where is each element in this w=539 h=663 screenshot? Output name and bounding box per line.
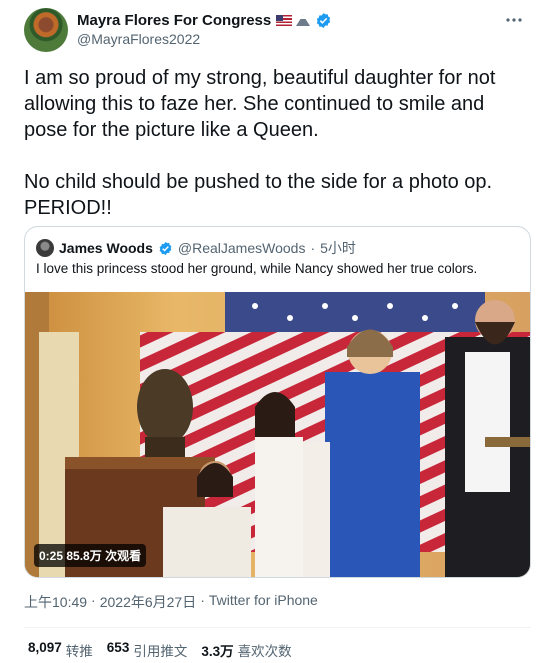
meta-separator: · [91,592,96,608]
quoted-separator: · [310,240,316,256]
author-avatar[interactable] [24,8,68,52]
retweets-stat[interactable]: 8,097 转推 [28,640,93,660]
video-views: 85.8万 次观看 [66,549,142,563]
retweets-count: 8,097 [28,640,62,655]
quoted-tweet[interactable]: James Woods @RealJamesWoods · 5小时 I love… [24,226,531,578]
us-flag-icon [276,14,293,26]
quotes-count: 653 [106,640,130,655]
tweet-header: Mayra Flores For Congress @MayraFlores20… [24,8,529,52]
video-stats-badge: 0:25 85.8万 次观看 [34,544,147,567]
video-frame [25,292,530,577]
tweet-meta: 上午10:49 · 2022年6月27日 · Twitter for iPhon… [24,592,318,612]
tweet-time[interactable]: 上午10:49 [24,592,87,612]
quotes-label: 引用推文 [133,644,188,659]
tweet-text: I am so proud of my strong, beautiful da… [24,67,496,219]
more-options-icon[interactable] [499,10,529,30]
quoted-time: 5小时 [320,240,356,256]
quoted-author-avatar [36,239,54,257]
quoted-tweet-text: I love this princess stood her ground, w… [36,261,478,276]
video-duration: 0:25 [39,549,64,563]
tweet-date[interactable]: 2022年6月27日 [100,592,197,612]
mountain-icon [296,14,311,26]
likes-label: 喜欢次数 [237,644,292,659]
quoted-author-handle: @RealJamesWoods [177,240,306,256]
author-display-name[interactable]: Mayra Flores For Congress [77,12,271,29]
author-handle[interactable]: @MayraFlores2022 [77,31,332,47]
video-player[interactable]: 0:25 85.8万 次观看 [25,292,530,577]
verified-badge-icon [159,241,172,255]
quotes-stat[interactable]: 653 引用推文 [107,640,188,660]
retweets-label: 转推 [65,644,93,659]
tweet-stats: 8,097 转推 653 引用推文 3.3万 喜欢次数 [28,640,292,660]
author-name-row: Mayra Flores For Congress [77,10,332,30]
verified-badge-icon [317,12,331,28]
likes-count: 3.3万 [201,644,234,659]
meta-separator: · [200,592,205,608]
tweet-source[interactable]: Twitter for iPhone [209,592,318,612]
quoted-tweet-header: James Woods @RealJamesWoods · 5小时 [36,238,356,258]
divider [24,627,531,628]
quoted-author-name: James Woods [59,240,153,256]
likes-stat[interactable]: 3.3万 喜欢次数 [201,640,291,660]
author-names: Mayra Flores For Congress @MayraFlores20… [77,10,332,47]
